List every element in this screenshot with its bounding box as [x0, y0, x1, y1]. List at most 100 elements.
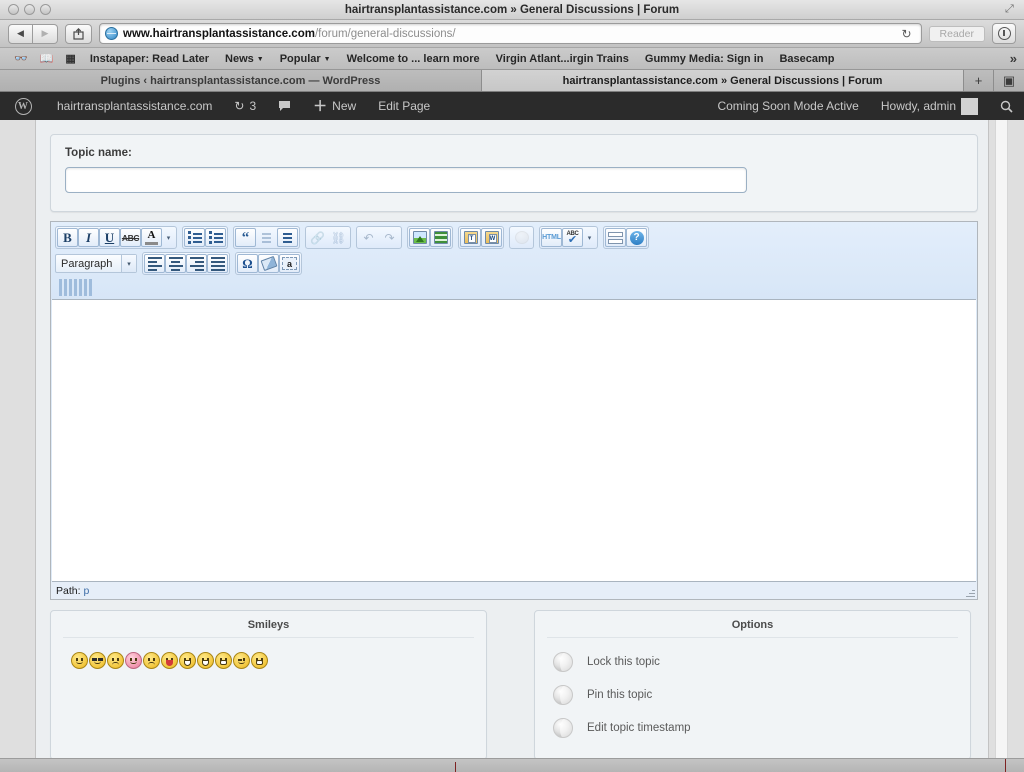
format-select[interactable]: Paragraph ▾ [55, 254, 137, 273]
blockquote-button[interactable]: “ [235, 228, 256, 247]
special-character-button[interactable]: Ω [237, 254, 258, 273]
tab-plugins-wordpress[interactable]: Plugins ‹ hairtransplantassistance.com —… [0, 70, 482, 91]
fullscreen-icon[interactable]: ⤢ [1005, 4, 1016, 15]
text-color-button[interactable]: A [141, 228, 162, 247]
edit-html-button[interactable]: HTML [541, 228, 562, 247]
spellcheck-dropdown-button[interactable]: ▾ [583, 228, 596, 247]
topic-name-input[interactable] [65, 167, 747, 193]
grid-icon[interactable]: ▦ [59, 52, 81, 65]
underline-button[interactable]: U [99, 228, 120, 247]
media-group [407, 226, 453, 249]
remove-formatting-button[interactable] [511, 228, 532, 247]
address-bar[interactable]: www.hairtransplantassistance.com/forum/g… [99, 23, 922, 44]
resize-grip[interactable] [965, 588, 975, 598]
indent-button[interactable] [277, 228, 298, 247]
bold-button[interactable]: B [57, 228, 78, 247]
downloads-icon [997, 27, 1011, 40]
wp-logo-button[interactable]: W [0, 92, 46, 120]
options-title: Options [547, 619, 958, 638]
edit-timestamp-toggle[interactable] [553, 718, 573, 738]
help-button[interactable]: ? [626, 228, 647, 247]
wp-search-button[interactable] [989, 92, 1024, 120]
insert-link-button[interactable]: 🔗 [307, 228, 328, 247]
option-edit-timestamp[interactable]: Edit topic timestamp [547, 714, 958, 747]
chevron-down-icon: ▼ [323, 55, 331, 63]
outdent-button[interactable] [256, 228, 277, 247]
align-center-button[interactable] [165, 254, 186, 273]
smiley-grin[interactable] [215, 652, 232, 669]
paste-as-text-button[interactable]: T [460, 228, 481, 247]
smiley-neutral[interactable] [71, 652, 88, 669]
clipboard-word-icon: W [484, 231, 499, 244]
paste-from-word-button[interactable]: W [481, 228, 502, 247]
unlink-button[interactable]: ⛓ [328, 228, 349, 247]
bookmark-news[interactable]: News ▼ [217, 53, 272, 65]
lock-topic-toggle[interactable] [553, 652, 573, 672]
pin-topic-toggle[interactable] [553, 685, 573, 705]
share-button[interactable] [65, 23, 92, 44]
path-value[interactable]: p [84, 585, 90, 597]
bookmark-instapaper[interactable]: Instapaper: Read Later [82, 53, 217, 65]
smiley-cool[interactable] [89, 652, 106, 669]
wp-edit-page[interactable]: Edit Page [367, 92, 441, 120]
undo-button[interactable]: ↶ [358, 228, 379, 247]
align-left-button[interactable] [144, 254, 165, 273]
smiley-tongue[interactable] [161, 652, 178, 669]
smiley-frown[interactable] [143, 652, 160, 669]
wp-site-name[interactable]: hairtransplantassistance.com [46, 92, 223, 120]
unordered-list-button[interactable] [184, 228, 205, 247]
bookmarks-bar: 👓 📖 ▦ Instapaper: Read Later News ▼ Popul… [0, 48, 1024, 70]
new-tab-button[interactable]: + [964, 70, 994, 91]
back-button[interactable]: ◀ [8, 23, 33, 44]
align-right-button[interactable] [186, 254, 207, 273]
smiley-grimace[interactable] [251, 652, 268, 669]
spellcheck-icon: ABC ✔ [566, 231, 579, 246]
smiley-blush[interactable] [125, 652, 142, 669]
forward-button[interactable]: ▶ [33, 23, 58, 44]
book-icon[interactable]: 📖 [34, 52, 60, 65]
wp-comments[interactable] [267, 92, 302, 120]
insert-image-button[interactable] [409, 228, 430, 247]
page-scrollbar[interactable] [995, 120, 1008, 772]
smiley-happy[interactable] [197, 652, 214, 669]
option-pin-topic[interactable]: Pin this topic [547, 681, 958, 714]
insert-media-button[interactable] [430, 228, 451, 247]
ordered-list-button[interactable] [205, 228, 226, 247]
strikethrough-button[interactable]: ABC [120, 228, 141, 247]
insert-anchor-button[interactable]: a [279, 254, 300, 273]
reader-button[interactable]: Reader [928, 25, 985, 42]
wp-coming-soon-status[interactable]: Coming Soon Mode Active [706, 92, 869, 120]
align-justify-button[interactable] [207, 254, 228, 273]
bottom-panels-row: Smileys Options Lock this topic Pin this… [50, 610, 978, 760]
html-spell-group: HTML ABC ✔ ▾ [539, 226, 598, 249]
spellcheck-button[interactable]: ABC ✔ [562, 228, 583, 247]
avatar [961, 97, 978, 115]
option-lock-topic[interactable]: Lock this topic [547, 648, 958, 681]
wp-new-content[interactable]: ＋ New [302, 92, 367, 120]
bookmarks-overflow-button[interactable]: » [1010, 51, 1017, 66]
site-globe-icon [105, 27, 118, 40]
bookmark-popular[interactable]: Popular ▼ [272, 53, 339, 65]
window-title: hairtransplantassistance.com » General D… [344, 3, 680, 16]
downloads-button[interactable] [992, 23, 1016, 44]
bookmark-gummy-media[interactable]: Gummy Media: Sign in [637, 53, 772, 65]
italic-button[interactable]: I [78, 228, 99, 247]
reading-glasses-icon[interactable]: 👓 [8, 52, 34, 65]
reload-button[interactable]: ↻ [901, 27, 915, 41]
smiley-biggrin[interactable] [179, 652, 196, 669]
tab-overview-button[interactable]: ▣ [994, 70, 1024, 91]
tinymce-content-area[interactable] [52, 299, 976, 582]
bookmark-virgin[interactable]: Virgin Atlant...irgin Trains [488, 53, 637, 65]
bookmark-welcome[interactable]: Welcome to ... learn more [339, 53, 488, 65]
wp-updates[interactable]: ↻ 3 [223, 92, 267, 120]
smiley-wink[interactable] [233, 652, 250, 669]
smiley-confused[interactable] [107, 652, 124, 669]
text-color-dropdown-button[interactable]: ▾ [162, 228, 175, 247]
clear-formatting-button[interactable] [258, 254, 279, 273]
redo-button[interactable]: ↷ [379, 228, 400, 247]
nav-history-buttons: ◀ ▶ [8, 23, 58, 44]
tab-general-discussions[interactable]: hairtransplantassistance.com » General D… [482, 70, 964, 91]
wp-account-menu[interactable]: Howdy, admin [870, 92, 989, 120]
insert-more-tag-button[interactable] [605, 228, 626, 247]
bookmark-basecamp[interactable]: Basecamp [771, 53, 842, 65]
